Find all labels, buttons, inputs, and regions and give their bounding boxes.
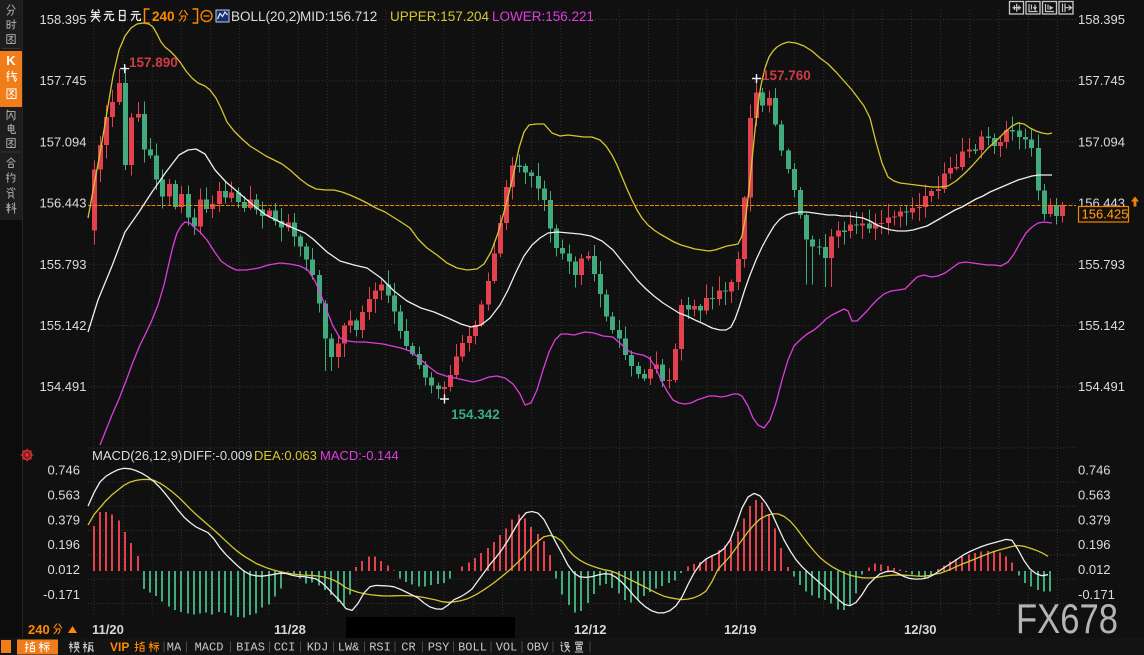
svg-text:240: 240 <box>28 622 50 637</box>
svg-text:UPPER:157.204: UPPER:157.204 <box>390 9 490 24</box>
svg-text:0.196: 0.196 <box>47 537 80 552</box>
svg-text:FX678: FX678 <box>1016 595 1118 642</box>
svg-text:155.142: 155.142 <box>40 318 87 333</box>
svg-text:157.890: 157.890 <box>129 55 178 70</box>
svg-text:0.012: 0.012 <box>1078 562 1111 577</box>
svg-text:CCI: CCI <box>274 641 296 655</box>
svg-text:0.196: 0.196 <box>1078 537 1111 552</box>
svg-text:0.012: 0.012 <box>47 562 80 577</box>
svg-text:154.491: 154.491 <box>1078 379 1125 394</box>
svg-text:0.379: 0.379 <box>1078 512 1111 527</box>
svg-text:LOWER:156.221: LOWER:156.221 <box>492 9 594 24</box>
svg-text:VIP: VIP <box>110 640 129 654</box>
svg-text:BIAS: BIAS <box>236 641 265 655</box>
svg-text:156.443: 156.443 <box>40 196 87 211</box>
svg-text:MA: MA <box>167 641 182 655</box>
svg-text:156.425: 156.425 <box>1082 207 1129 222</box>
svg-text:LW&: LW& <box>338 641 360 655</box>
svg-text:MACD: MACD <box>195 641 224 655</box>
svg-text:12/12: 12/12 <box>574 622 607 637</box>
svg-text:KDJ: KDJ <box>307 641 329 655</box>
svg-text:0.563: 0.563 <box>47 487 80 502</box>
svg-text:CR: CR <box>401 641 415 655</box>
svg-text:BOLL: BOLL <box>458 641 487 655</box>
svg-text:154.342: 154.342 <box>451 407 500 422</box>
svg-text:12/19: 12/19 <box>724 622 757 637</box>
svg-text:155.793: 155.793 <box>40 257 87 272</box>
svg-text:158.395: 158.395 <box>1078 12 1125 27</box>
svg-text:157.094: 157.094 <box>40 134 87 149</box>
svg-text:0.746: 0.746 <box>47 463 80 478</box>
svg-text:11/28: 11/28 <box>274 622 306 637</box>
svg-text:OBV: OBV <box>527 641 549 655</box>
svg-text:RSI: RSI <box>369 641 391 655</box>
svg-text:K: K <box>6 53 16 68</box>
svg-text:PSY: PSY <box>428 641 450 655</box>
svg-text:VOL: VOL <box>496 641 518 655</box>
svg-text:155.793: 155.793 <box>1078 257 1125 272</box>
svg-text:11/20: 11/20 <box>92 622 124 637</box>
svg-text:MACD(26,12,9): MACD(26,12,9) <box>92 448 182 463</box>
svg-text:157.745: 157.745 <box>40 73 87 88</box>
svg-text:-0.171: -0.171 <box>43 587 80 602</box>
svg-text:BOLL(20,2): BOLL(20,2) <box>231 9 301 24</box>
svg-text:158.395: 158.395 <box>40 12 87 27</box>
svg-text:0.379: 0.379 <box>47 512 80 527</box>
svg-text:157.760: 157.760 <box>762 68 811 83</box>
svg-text:157.094: 157.094 <box>1078 134 1125 149</box>
svg-text:154.491: 154.491 <box>40 379 87 394</box>
svg-text:240: 240 <box>152 9 175 24</box>
svg-text:157.745: 157.745 <box>1078 73 1125 88</box>
svg-text:0.746: 0.746 <box>1078 463 1111 478</box>
svg-text:MID:156.712: MID:156.712 <box>300 9 377 24</box>
svg-text:155.142: 155.142 <box>1078 318 1125 333</box>
svg-text:DEA:0.063: DEA:0.063 <box>254 448 317 463</box>
svg-text:MACD:-0.144: MACD:-0.144 <box>320 448 399 463</box>
svg-text:0.563: 0.563 <box>1078 487 1111 502</box>
svg-text:12/30: 12/30 <box>904 622 937 637</box>
svg-text:DIFF:-0.009: DIFF:-0.009 <box>183 448 252 463</box>
